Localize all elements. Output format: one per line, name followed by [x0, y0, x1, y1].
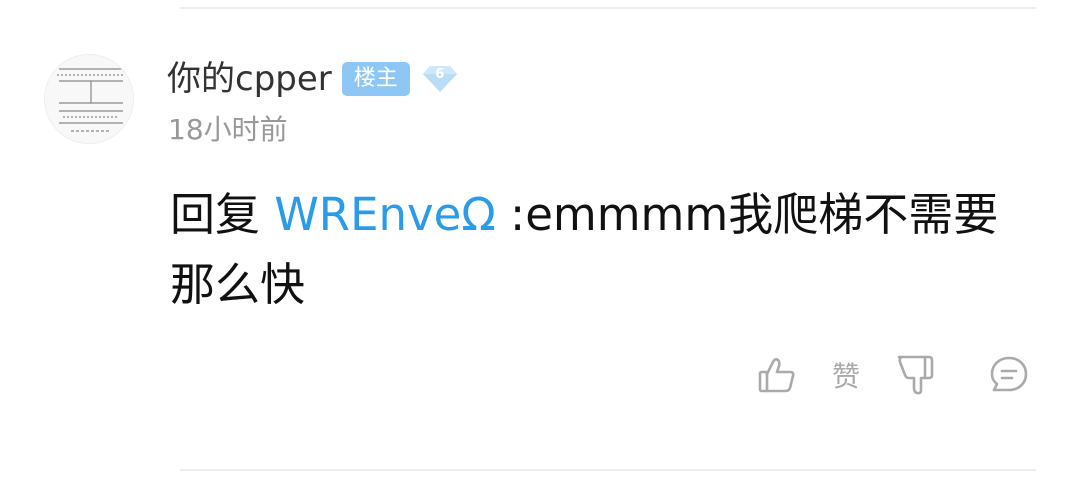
host-badge: 楼主: [341, 62, 410, 96]
reply-prefix: 回复: [170, 188, 275, 241]
avatar[interactable]: [44, 54, 134, 144]
username[interactable]: 你的cpper: [167, 56, 332, 102]
thumbs-down-icon: [897, 355, 934, 395]
level-badge: 6: [422, 64, 458, 94]
like-button[interactable]: [757, 350, 797, 400]
dislike-button[interactable]: [894, 350, 936, 400]
comment-bubble-icon: [990, 356, 1028, 392]
like-label[interactable]: 赞: [828, 350, 864, 400]
post-time: 18小时前: [168, 113, 288, 146]
comment-content: 回复 WREnveΩ :emmmm我爬梯不需要那么快: [170, 180, 1020, 320]
level-number: 6: [435, 67, 445, 82]
comment-header: 你的cpper 楼主 6: [167, 56, 458, 102]
reply-button[interactable]: [988, 350, 1030, 400]
thumbs-up-icon: [758, 358, 795, 393]
top-divider: [180, 7, 1036, 9]
avatar-image: [45, 55, 133, 143]
bottom-divider: [180, 469, 1036, 471]
reply-mention-link[interactable]: WREnveΩ: [274, 188, 495, 241]
